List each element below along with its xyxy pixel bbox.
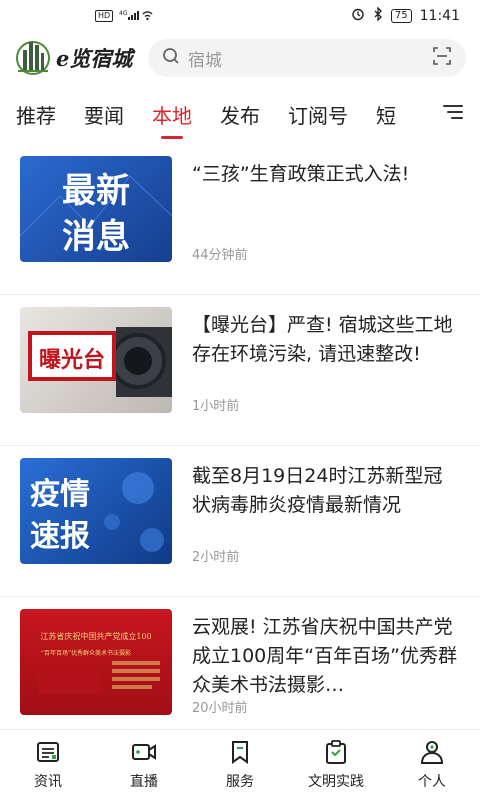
- news-time: 44分钟前: [192, 248, 248, 263]
- news-time: 20小时前: [192, 701, 248, 716]
- news-time: 2小时前: [192, 550, 240, 565]
- tab-recommend[interactable]: 推荐: [16, 100, 56, 129]
- news-title: 【曝光台】严查! 宿城这些工地存在环境污染, 请迅速整改!: [192, 314, 453, 365]
- status-left: HD 4G: [95, 9, 153, 24]
- status-right: 75 11:41: [351, 6, 460, 25]
- search-icon: [162, 47, 180, 69]
- nav-civilization-practice[interactable]: 文明实践: [288, 730, 384, 800]
- search-bar[interactable]: 宿城: [148, 39, 466, 77]
- thumb-text-line2: 消息: [62, 217, 130, 257]
- logo-text: e览宿城: [56, 46, 133, 71]
- nav-label: 文明实践: [308, 774, 364, 790]
- clock: 11:41: [419, 8, 460, 24]
- thumb-text: 曝光台: [39, 347, 105, 373]
- nav-live[interactable]: 直播: [96, 730, 192, 800]
- status-bar: HD 4G 75 11:41: [0, 0, 480, 32]
- news-feed: 最新 消息 “三孩”生育政策正式入法! 44分钟前 曝光台 【曝光台】严查! 宿…: [0, 144, 480, 730]
- tab-short[interactable]: 短: [376, 100, 396, 129]
- nav-news[interactable]: 资讯: [0, 730, 96, 800]
- signal-icon: 4G: [119, 9, 153, 24]
- thumb-text-line1: 江苏省庆祝中国共产党成立100: [40, 631, 151, 641]
- thumb-text-line1: 最新: [62, 171, 130, 211]
- nav-profile[interactable]: 个人: [384, 730, 480, 800]
- svg-text:4G: 4G: [119, 10, 128, 17]
- bluetooth-icon: [373, 6, 383, 25]
- bottom-navigation: 资讯 直播 服务 文明实践 个人: [0, 729, 480, 800]
- app-header: e览宿城 宿城: [0, 32, 480, 84]
- clipboard-icon: [323, 739, 349, 765]
- tab-headlines[interactable]: 要闻: [84, 100, 124, 129]
- app-logo[interactable]: e览宿城: [14, 36, 144, 80]
- news-item[interactable]: 江苏省庆祝中国共产党成立100 “百年百场”优秀群众美术书法摄影 云观展! 江苏…: [0, 597, 480, 730]
- tab-publish[interactable]: 发布: [220, 100, 260, 129]
- alarm-icon: [351, 7, 365, 25]
- news-thumbnail: 曝光台: [20, 307, 172, 413]
- thumb-text-line2: 速报: [30, 519, 90, 554]
- nav-label: 个人: [418, 774, 446, 790]
- thumb-text-line1: 疫情: [30, 477, 90, 512]
- news-thumbnail: 最新 消息: [20, 156, 172, 262]
- nav-services[interactable]: 服务: [192, 730, 288, 800]
- tab-local[interactable]: 本地: [152, 100, 192, 129]
- news-thumbnail: 疫情 速报: [20, 458, 172, 564]
- news-item[interactable]: 最新 消息 “三孩”生育政策正式入法! 44分钟前: [0, 144, 480, 295]
- nav-label: 服务: [226, 774, 254, 790]
- bookmark-icon: [227, 739, 253, 765]
- news-icon: [35, 739, 61, 765]
- news-item[interactable]: 疫情 速报 截至8月19日24时江苏新型冠状病毒肺炎疫情最新情况 2小时前: [0, 446, 480, 597]
- scan-icon[interactable]: [432, 46, 452, 70]
- city-skyline-icon: [14, 36, 52, 80]
- nav-label: 资讯: [34, 774, 62, 790]
- news-title: 截至8月19日24时江苏新型冠状病毒肺炎疫情最新情况: [192, 465, 443, 516]
- video-icon: [131, 739, 157, 765]
- person-icon: [419, 739, 445, 765]
- category-tabs: 推荐 要闻 本地 发布 订阅号 短: [0, 84, 480, 144]
- thumb-text-line2: “百年百场”优秀群众美术书法摄影: [41, 649, 131, 657]
- search-input[interactable]: 宿城: [188, 46, 432, 71]
- news-title: “三孩”生育政策正式入法!: [192, 163, 410, 185]
- hd-indicator: HD: [95, 10, 114, 22]
- battery-indicator: 75: [390, 9, 412, 23]
- tab-subscriptions[interactable]: 订阅号: [288, 100, 348, 129]
- news-thumbnail: 江苏省庆祝中国共产党成立100 “百年百场”优秀群众美术书法摄影: [20, 609, 172, 715]
- news-title: 云观展! 江苏省庆祝中国共产党成立100周年“百年百场”优秀群众美术书法摄影…: [192, 616, 457, 696]
- nav-label: 直播: [130, 774, 158, 790]
- news-time: 1小时前: [192, 399, 240, 414]
- menu-icon[interactable]: [442, 102, 464, 126]
- news-item[interactable]: 曝光台 【曝光台】严查! 宿城这些工地存在环境污染, 请迅速整改! 1小时前: [0, 295, 480, 446]
